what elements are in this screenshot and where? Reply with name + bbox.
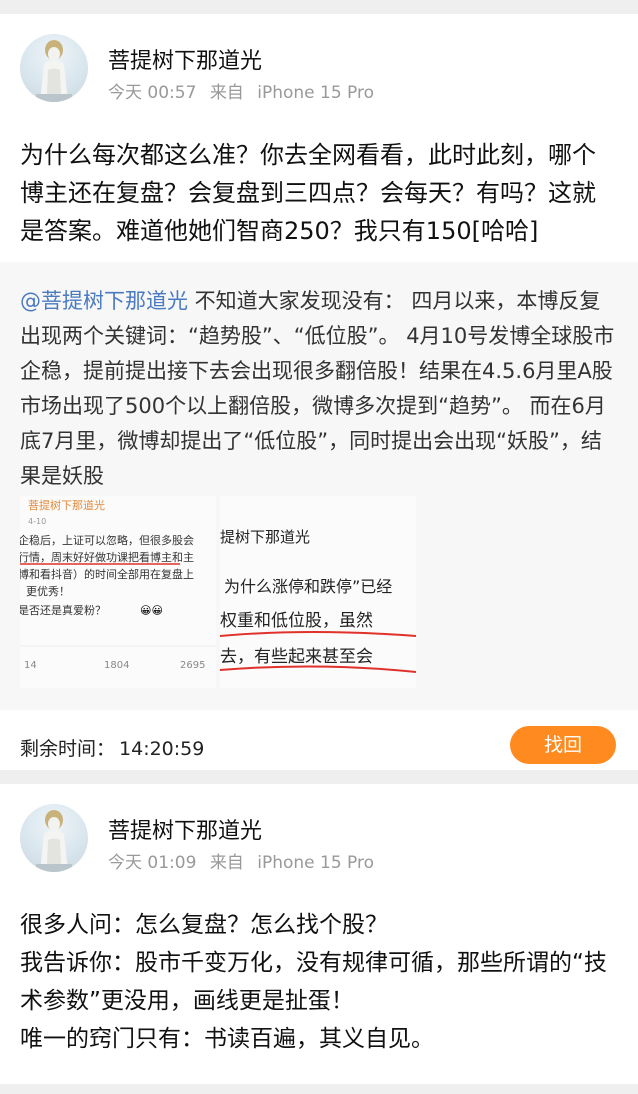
author-name[interactable]: 菩提树下那道光: [108, 813, 262, 845]
source-prefix: 来自: [209, 83, 244, 103]
repost-image-1[interactable]: 菩提树下那道光 4-10 企稳后，上证可以忽略，但很多股会 行情，周末好好做功课…: [20, 496, 216, 688]
thumb-date: 4-10: [28, 517, 46, 526]
thumb-line-1: 企稳后，上证可以忽略，但很多股会: [20, 533, 194, 547]
post-card-1: 菩提树下那道光 今天 00:57 来自 iPhone 15 Pro 为什么每次都…: [0, 14, 638, 770]
device-name: iPhone 15 Pro: [257, 83, 375, 103]
find-back-button[interactable]: 找回: [510, 726, 616, 764]
repost-mention[interactable]: @菩提树下那道光: [20, 289, 188, 313]
post-text: 很多人问：怎么复盘？怎么找个股？ 我告诉你：股市千变万化，没有规律可循，那些所谓…: [0, 870, 638, 1058]
device-name: iPhone 15 Pro: [257, 853, 375, 873]
post-time: 今天 01:09: [108, 853, 197, 873]
post-card-2: 菩提树下那道光 今天 01:09 来自 iPhone 15 Pro 很多人问：怎…: [0, 784, 638, 1084]
post-text: 为什么每次都这么准？你去全网看看，此时此刻，哪个博主还在复盘？会复盘到三四点？会…: [20, 141, 596, 245]
post-text-line-2: 我告诉你：股市千变万化，没有规律可循，那些所谓的“技术参数”更没用，画线更是扯蛋…: [20, 950, 607, 1014]
post-text-line-3: 唯一的窍门只有：书读百遍，其义自见。: [20, 1026, 434, 1052]
post-time: 今天 00:57: [108, 83, 197, 103]
post-meta: 今天 01:09 来自 iPhone 15 Pro: [108, 848, 374, 873]
post-meta: 今天 00:57 来自 iPhone 15 Pro: [108, 78, 374, 103]
repost-text-block: @菩提树下那道光 不知道大家发现没有： 四月以来，本博反复出现两个关键词：“趋势…: [0, 262, 638, 494]
thumb-stat-mid: 1804: [104, 660, 129, 671]
thumb2-line-4: 去，有些起来甚至会: [220, 647, 373, 667]
avatar[interactable]: [20, 34, 88, 102]
thumb-stat-right: 2695: [180, 660, 205, 671]
statue-avatar-icon: [36, 810, 72, 872]
thumb-line-5: 是否还是真爱粉？: [20, 603, 106, 617]
author-name[interactable]: 菩提树下那道光: [108, 43, 262, 75]
source-prefix: 来自: [209, 853, 244, 873]
thumb2-line-1: 提树下那道光: [220, 528, 310, 546]
remaining-label: 剩余时间：: [20, 738, 116, 760]
post-text-line-1: 很多人问：怎么复盘？怎么找个股？: [20, 912, 388, 938]
thumb2-line-2: 为什么涨停和跌停”已经: [224, 577, 392, 596]
thumb-line-3: 博和看抖音）的时间全部用在复盘上: [20, 567, 194, 581]
thumb2-line-3: 权重和低位股，虽然: [220, 611, 373, 631]
thumb-line-4: 更优秀！: [26, 585, 70, 598]
remaining-time: 剩余时间： 14:20:59: [20, 734, 204, 761]
repost-block[interactable]: @菩提树下那道光 不知道大家发现没有： 四月以来，本博反复出现两个关键词：“趋势…: [0, 262, 638, 710]
repost-text: 不知道大家发现没有： 四月以来，本博反复出现两个关键词：“趋势股”、“低位股”。…: [20, 289, 615, 488]
thumb-header: 菩提树下那道光: [28, 498, 105, 512]
repost-image-2[interactable]: 提树下那道光 为什么涨停和跌停”已经 权重和低位股，虽然 去，有些起来甚至会: [220, 496, 416, 688]
post-header: 菩提树下那道光 今天 00:57 来自 iPhone 15 Pro: [0, 14, 638, 103]
statue-avatar-icon: [36, 40, 72, 102]
remaining-value: 14:20:59: [119, 738, 205, 760]
thumb-line-2: 行情，周末好好做功课把看博主和主: [20, 550, 194, 564]
avatar[interactable]: [20, 804, 88, 872]
post-header: 菩提树下那道光 今天 01:09 来自 iPhone 15 Pro: [0, 784, 638, 873]
thumb-emoji: 😀😀: [140, 604, 163, 617]
thumb-stat-left: 14: [24, 660, 37, 671]
repost-images: 菩提树下那道光 4-10 企稳后，上证可以忽略，但很多股会 行情，周末好好做功课…: [20, 496, 418, 688]
post-footer: 剩余时间： 14:20:59 找回: [0, 710, 638, 770]
